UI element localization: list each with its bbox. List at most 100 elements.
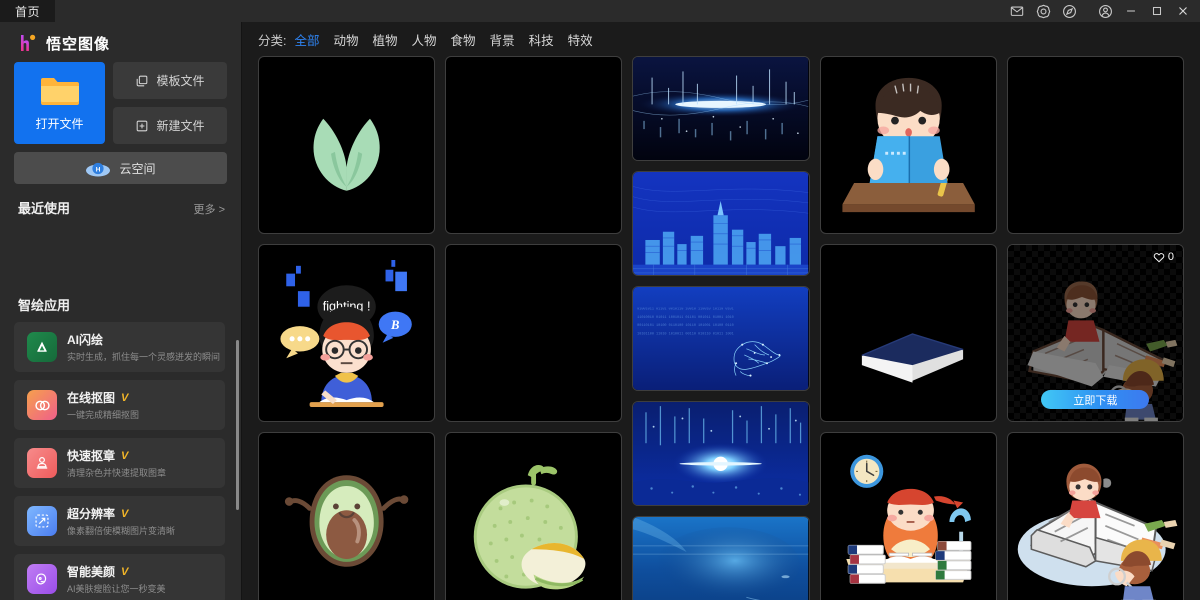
thumbnail-artwork [259, 433, 434, 600]
app-card-title-row: 快速抠章 V [67, 447, 166, 464]
gallery-column-3: 01001011 01101 0010110 10010 110010 1011… [632, 56, 810, 600]
sparkle-triangle-icon [27, 332, 57, 362]
sidebar: 悟空图像 打开文件 模板文件 新建文件 H 云空间 最近使用 更多 > 智绘应用… [0, 22, 242, 600]
thumbnail-artwork [821, 433, 996, 600]
app-card-name: 在线抠图 [67, 391, 116, 405]
thumbnail-artwork [1008, 57, 1183, 233]
app-card-2[interactable]: 在线抠图 V 一键完成精细抠图 [14, 380, 225, 430]
app-card-4[interactable]: 超分辨率 V 像素翻倍使模糊图片变清晰 [14, 496, 225, 546]
minimize-icon[interactable] [1118, 0, 1144, 22]
cutout-rings-icon [27, 390, 57, 420]
thumbnail-artwork [446, 433, 621, 600]
gallery-column-2 [445, 56, 623, 600]
app-body: 悟空图像 打开文件 模板文件 新建文件 H 云空间 最近使用 更多 > 智绘应用… [0, 22, 1200, 600]
cloud-icon: H [86, 162, 111, 176]
blank-black-thumbnail-3[interactable] [1006, 56, 1185, 234]
digital-hand-wallpaper[interactable]: 01001011 01101 0010110 10010 110010 1011… [632, 286, 810, 391]
app-card-description: AI美肤瘦脸让您一秒变美 [67, 584, 166, 594]
thumbnail-artwork [1008, 433, 1183, 600]
gear-icon[interactable] [1030, 0, 1056, 22]
recent-section-header: 最近使用 更多 > [18, 198, 225, 217]
quick-actions: 打开文件 模板文件 新建文件 [0, 56, 241, 144]
cloud-space-button[interactable]: H 云空间 [14, 152, 227, 184]
category-6[interactable]: 背景 [490, 30, 515, 49]
blank-black-thumbnail-1[interactable] [445, 56, 623, 234]
category-4[interactable]: 人物 [412, 30, 437, 49]
thumbnail-artwork [633, 402, 809, 505]
recent-more-link[interactable]: 更多 > [194, 201, 225, 217]
thumbnail-artwork [446, 245, 621, 421]
brand-name: 悟空图像 [46, 35, 111, 53]
close-icon[interactable] [1170, 0, 1196, 22]
thumbnail-artwork: fighting ! B [259, 245, 434, 421]
like-button[interactable]: 0 [1153, 251, 1174, 263]
app-card-title-row: AI闪绘 [67, 331, 220, 348]
thumbnail-artwork [821, 57, 996, 233]
thumbnail-artwork: 01001011 01101 0010110 10010 110010 1011… [633, 287, 809, 390]
category-3[interactable]: 植物 [373, 30, 398, 49]
fighting-student-thumbnail[interactable]: fighting ! B [258, 244, 436, 422]
thumbnail-artwork [633, 172, 809, 275]
thumbnail-artwork [259, 57, 434, 233]
app-logo-icon [18, 33, 37, 54]
vip-badge-icon: V [121, 449, 129, 462]
new-file-button[interactable]: 新建文件 [113, 107, 227, 144]
category-2[interactable]: 动物 [334, 30, 359, 49]
thumbnail-artwork [446, 57, 621, 233]
student-studying-books-thumbnail[interactable] [819, 432, 997, 600]
template-icon [137, 75, 148, 86]
app-card-name: AI闪绘 [67, 333, 104, 347]
kids-on-open-book-thumbnail[interactable]: 0 立即下载 [1006, 244, 1185, 422]
mail-icon[interactable] [1004, 0, 1030, 22]
tech-light-beam-wallpaper[interactable] [632, 56, 810, 161]
tab-home[interactable]: 首页 [0, 0, 55, 22]
blue-starburst-wallpaper[interactable] [632, 401, 810, 506]
svg-text:01001011 01101 0010110 10010 1: 01001011 01101 0010110 10010 110010 1011… [638, 308, 735, 312]
app-card-text: 智能美颜 V AI美肤瘦脸让您一秒变美 [67, 563, 166, 595]
tab-home-label: 首页 [14, 4, 40, 19]
cantaloupe-melon-thumbnail[interactable] [445, 432, 623, 600]
category-5[interactable]: 食物 [451, 30, 476, 49]
window-controls [1004, 0, 1200, 22]
gallery-column-4 [819, 56, 997, 600]
apps-title: 智绘应用 [18, 298, 71, 313]
app-card-3[interactable]: 快速抠章 V 清理杂色并快速提取图章 [14, 438, 225, 488]
compass-icon[interactable] [1056, 0, 1082, 22]
image-gallery-grid: fighting ! B 01001011 01101 0010110 1001… [242, 56, 1200, 600]
green-plant-sprout-thumbnail[interactable] [258, 56, 436, 234]
child-reading-book-thumbnail[interactable] [819, 56, 997, 234]
open-file-label: 打开文件 [35, 116, 84, 131]
vip-badge-icon: V [121, 507, 129, 520]
vip-badge-icon: V [121, 391, 129, 404]
sidebar-scrollbar[interactable] [236, 340, 239, 510]
account-icon[interactable] [1092, 0, 1118, 22]
face-beauty-icon [27, 564, 57, 594]
category-label: 分类: [258, 33, 287, 48]
app-card-name: 智能美颜 [67, 565, 116, 579]
like-count: 0 [1167, 251, 1175, 263]
svg-text:B: B [390, 318, 399, 332]
app-card-name: 快速抠章 [67, 449, 116, 463]
template-file-label: 模板文件 [156, 74, 205, 88]
kids-reading-giant-book-thumbnail[interactable] [1006, 432, 1185, 600]
avocado-character-thumbnail[interactable] [258, 432, 436, 600]
app-card-title-row: 超分辨率 V [67, 505, 175, 522]
category-7[interactable]: 科技 [529, 30, 554, 49]
closed-navy-book-thumbnail[interactable] [819, 244, 997, 422]
blue-gradient-wallpaper[interactable] [632, 516, 810, 600]
template-file-button[interactable]: 模板文件 [113, 62, 227, 99]
category-8[interactable]: 特效 [568, 30, 593, 49]
app-card-description: 一键完成精细抠图 [67, 410, 140, 420]
blank-black-thumbnail-2[interactable] [445, 244, 623, 422]
side-buttons: 模板文件 新建文件 [113, 62, 227, 144]
download-now-button[interactable]: 立即下载 [1041, 390, 1150, 409]
maximize-icon[interactable] [1144, 0, 1170, 22]
svg-text:H: H [96, 166, 101, 173]
category-1[interactable]: 全部 [294, 30, 319, 49]
neon-city-skyline-wallpaper[interactable] [632, 171, 810, 276]
open-file-button[interactable]: 打开文件 [14, 62, 105, 144]
app-card-5[interactable]: 智能美颜 V AI美肤瘦脸让您一秒变美 [14, 554, 225, 600]
app-card-text: 超分辨率 V 像素翻倍使模糊图片变清晰 [67, 505, 175, 537]
app-card-1[interactable]: AI闪绘 实时生成，抓住每一个灵感迸发的瞬间 [14, 322, 225, 372]
category-bar: 分类: 全部 动物 植物 人物 食物 背景 科技 特效 [242, 22, 1200, 56]
